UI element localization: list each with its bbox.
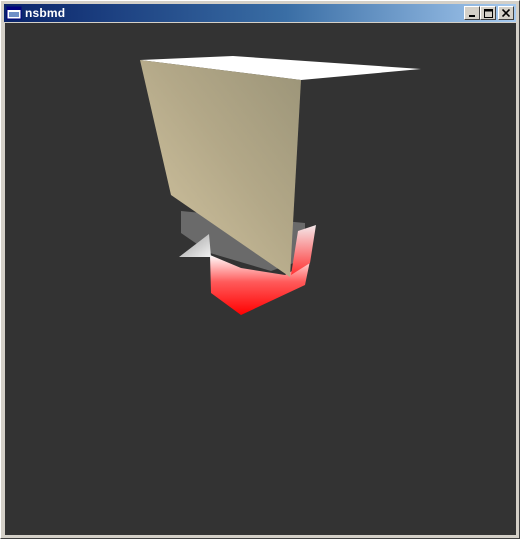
maximize-icon <box>483 8 493 18</box>
window-title: nsbmd <box>25 6 66 20</box>
model-render <box>140 56 421 315</box>
minimize-button[interactable] <box>464 6 480 20</box>
app-window: nsbmd <box>0 0 520 539</box>
title-bar[interactable]: nsbmd <box>4 4 516 22</box>
app-window-icon <box>6 6 22 20</box>
minimize-icon <box>469 15 475 17</box>
maximize-button[interactable] <box>480 6 496 20</box>
close-icon <box>502 9 510 17</box>
3d-viewport[interactable] <box>5 23 516 535</box>
caption-buttons <box>464 6 514 20</box>
close-button[interactable] <box>498 6 514 20</box>
